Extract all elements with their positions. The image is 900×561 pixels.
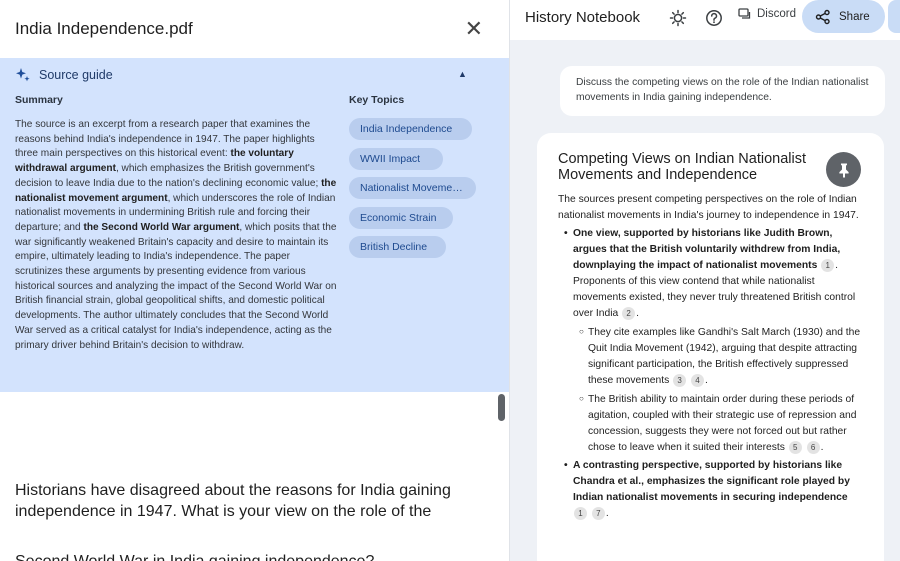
- collapse-icon[interactable]: ▲: [458, 69, 467, 79]
- bullet-heading: A contrasting perspective, supported by …: [573, 460, 850, 503]
- source-guide-toggle[interactable]: Source guide: [15, 67, 113, 83]
- source-guide: Source guide ▲ Summary The source is an …: [0, 58, 509, 392]
- answer-card: Competing Views on Indian Nationalist Mo…: [537, 133, 884, 561]
- topic-chip[interactable]: British Decline: [349, 236, 446, 258]
- summary-highlight: the Second World War argument: [83, 221, 240, 233]
- key-topics-list: India Independence WWII Impact Nationali…: [349, 118, 499, 266]
- document-question: Historians have disagreed about the reas…: [15, 482, 451, 520]
- citation-badge[interactable]: 5: [788, 440, 802, 454]
- user-query: Discuss the competing views on the role …: [560, 66, 885, 116]
- share-button[interactable]: Share: [802, 0, 885, 33]
- topic-chip[interactable]: WWII Impact: [349, 147, 443, 170]
- summary-text: The source is an excerpt from a research…: [15, 118, 337, 353]
- citation-badge[interactable]: 7: [591, 506, 605, 520]
- source-guide-title: Source guide: [39, 68, 113, 82]
- answer-sub-bullet: The British ability to maintain order du…: [558, 391, 864, 456]
- answer-title: Competing Views on Indian Nationalist Mo…: [558, 151, 806, 183]
- citation-badge[interactable]: 6: [806, 440, 820, 454]
- discord-label: Discord: [757, 8, 796, 20]
- answer-bullet: One view, supported by historians like J…: [558, 226, 864, 322]
- answer-body: The sources present competing perspectiv…: [558, 192, 864, 522]
- account-button[interactable]: [888, 0, 900, 33]
- discord-button[interactable]: Discord: [738, 8, 796, 20]
- answer-intro: The sources present competing perspectiv…: [558, 194, 859, 221]
- source-header: India Independence.pdf ✕: [0, 0, 509, 58]
- notebook-title[interactable]: History Notebook: [525, 9, 640, 26]
- answer-sub-bullet: They cite examples like Gandhi's Salt Ma…: [558, 324, 864, 389]
- notebook-panel: History Notebook Discord Share Discuss t…: [509, 0, 900, 561]
- citation-badge[interactable]: 1: [821, 258, 835, 272]
- citation-badge[interactable]: 1: [574, 506, 587, 520]
- chat-icon: [738, 8, 751, 19]
- sparkle-icon: [16, 68, 30, 82]
- sub-bullet-text: They cite examples like Gandhi's Salt Ma…: [588, 327, 861, 386]
- pin-button[interactable]: [826, 152, 861, 187]
- share-label: Share: [839, 10, 870, 23]
- notebook-topbar: History Notebook Discord Share: [510, 0, 900, 40]
- source-panel: India Independence.pdf ✕ Source guide ▲ …: [0, 0, 509, 561]
- bullet-heading: One view, supported by historians like J…: [573, 228, 841, 271]
- topic-chip[interactable]: India Independence: [349, 118, 472, 140]
- answer-bullet: A contrasting perspective, supported by …: [558, 458, 864, 522]
- bullet-text: Proponents of this view contend that whi…: [573, 276, 856, 319]
- scrollbar-thumb[interactable]: [498, 394, 505, 421]
- pin-icon: [838, 163, 849, 178]
- theme-icon[interactable]: [669, 9, 687, 27]
- share-icon: [815, 9, 830, 24]
- topic-chip[interactable]: Nationalist Movements: [349, 177, 476, 199]
- document-question-continued: Second World War in India gaining indepe…: [15, 551, 475, 561]
- summary-run: , which posits that the war significantl…: [15, 221, 337, 351]
- close-icon[interactable]: ✕: [465, 18, 483, 40]
- key-topics-heading: Key Topics: [349, 94, 405, 106]
- citation-badge[interactable]: 4: [691, 373, 705, 387]
- citation-badge[interactable]: 2: [622, 306, 636, 320]
- citation-badge[interactable]: 3: [673, 373, 687, 387]
- summary-heading: Summary: [15, 94, 63, 106]
- source-title: India Independence.pdf: [15, 19, 193, 38]
- topic-chip[interactable]: Economic Strain: [349, 206, 453, 229]
- help-icon[interactable]: [705, 9, 723, 27]
